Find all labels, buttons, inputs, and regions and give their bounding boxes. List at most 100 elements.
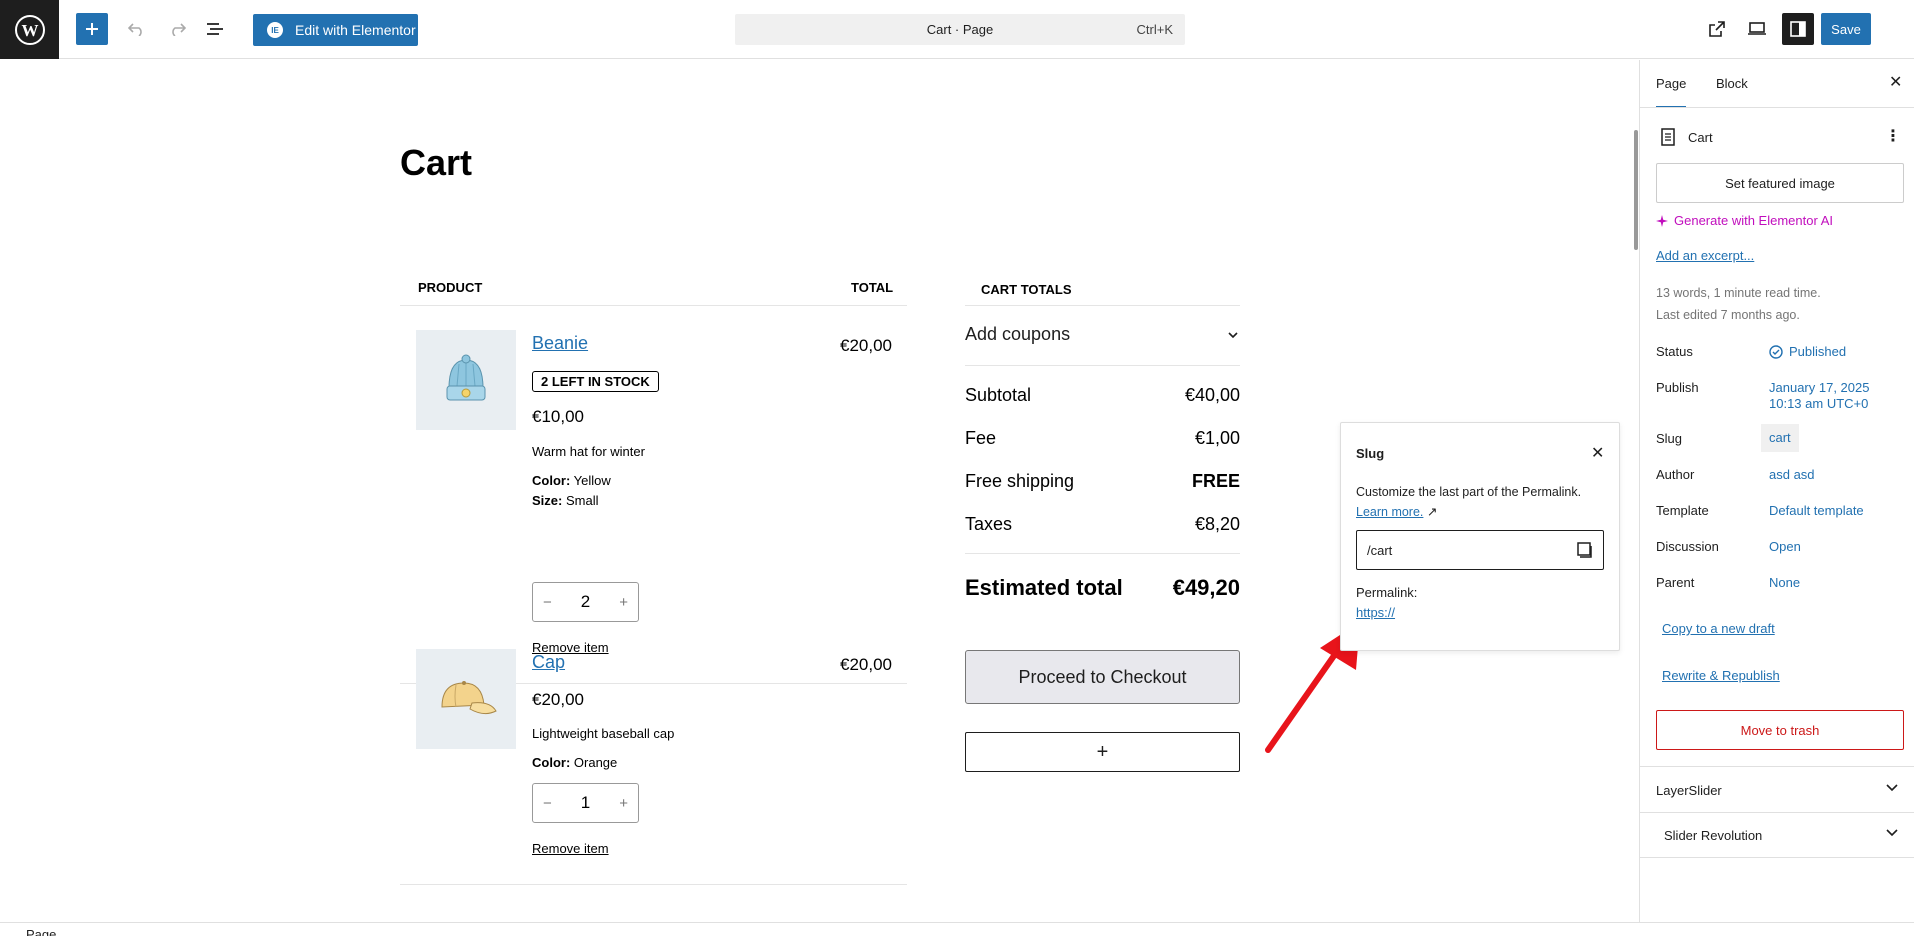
product-name-link[interactable]: Beanie <box>532 333 588 354</box>
panel-slider-revolution[interactable]: Slider Revolution <box>1664 828 1762 843</box>
save-button[interactable]: Save <box>1821 13 1871 45</box>
document-title: Cart · Page <box>926 22 994 37</box>
author-label: Author <box>1656 467 1695 482</box>
redo-icon <box>172 23 186 36</box>
elementor-icon: IE <box>267 22 283 38</box>
qty-value[interactable]: 2 <box>581 592 590 612</box>
panel-layerslider[interactable]: LayerSlider <box>1656 783 1722 798</box>
product-thumbnail-beanie[interactable] <box>416 330 516 430</box>
sparkle-icon <box>1656 214 1668 227</box>
qty-value[interactable]: 1 <box>581 793 590 813</box>
qty-minus-button[interactable]: − <box>543 795 552 812</box>
product-attribute: Size: Small <box>532 493 598 508</box>
chevron-down-icon[interactable] <box>1885 827 1899 839</box>
command-palette-bar[interactable]: Cart · Page Ctrl+K <box>735 14 1185 45</box>
add-block-button[interactable]: + <box>965 732 1240 772</box>
page-icon <box>1661 128 1675 146</box>
learn-more-link[interactable]: Learn more. <box>1356 505 1423 519</box>
discussion-value[interactable]: Open <box>1769 539 1801 555</box>
line-total: €20,00 <box>840 336 892 355</box>
undo-button[interactable] <box>122 14 152 44</box>
document-title: Cart <box>1688 129 1713 145</box>
add-excerpt-link[interactable]: Add an excerpt... <box>1656 248 1754 263</box>
chevron-down-icon[interactable] <box>1885 782 1899 794</box>
list-view-icon <box>207 23 223 35</box>
product-name-link[interactable]: Cap <box>532 652 565 673</box>
tab-page[interactable]: Page <box>1656 76 1687 108</box>
external-icon: ↗ <box>1426 505 1438 519</box>
beanie-image-icon <box>446 354 486 401</box>
slug-value-button[interactable]: cart <box>1761 424 1799 452</box>
breadcrumb[interactable]: Page <box>26 927 56 936</box>
permalink-url-link[interactable]: https:// <box>1356 605 1395 620</box>
publish-time: 10:13 am UTC+0 <box>1769 396 1869 411</box>
tab-block[interactable]: Block <box>1716 76 1748 91</box>
more-options-icon[interactable]: ⋮ <box>1885 126 1901 146</box>
product-price: €10,00 <box>532 407 584 426</box>
publish-label: Publish <box>1656 380 1699 395</box>
set-featured-image-button[interactable]: Set featured image <box>1656 163 1904 203</box>
move-to-trash-button[interactable]: Move to trash <box>1656 710 1904 750</box>
generate-with-elementor-ai-link[interactable]: Generate with Elementor AI <box>1656 213 1833 228</box>
ai-link-label: Generate with Elementor AI <box>1674 213 1833 228</box>
status-value[interactable]: Published <box>1769 344 1846 360</box>
divider <box>1640 107 1914 108</box>
permalink-label: Permalink: <box>1356 585 1418 600</box>
product-thumbnail-cap[interactable] <box>416 649 516 749</box>
close-icon[interactable]: ✕ <box>1889 72 1902 92</box>
subtotal-row: Subtotal €40,00 <box>965 385 1240 406</box>
document-overview-button[interactable] <box>200 14 230 44</box>
divider <box>400 305 907 306</box>
quantity-stepper[interactable]: − 1 + <box>532 783 639 823</box>
parent-value[interactable]: None <box>1769 575 1800 591</box>
discussion-label: Discussion <box>1656 539 1719 554</box>
product-description: Warm hat for winter <box>532 444 645 459</box>
total-value: FREE <box>1191 471 1240 491</box>
page-title[interactable]: Cart <box>400 142 472 184</box>
copy-to-new-draft-link[interactable]: Copy to a new draft <box>1662 621 1775 636</box>
author-value[interactable]: asd asd <box>1769 467 1815 483</box>
rewrite-republish-link[interactable]: Rewrite & Republish <box>1662 668 1780 683</box>
product-description: Lightweight baseball cap <box>532 726 675 741</box>
add-coupons-toggle[interactable]: Add coupons <box>965 324 1240 345</box>
published-check-icon <box>1769 345 1783 359</box>
word-count: 13 words, 1 minute read time. <box>1656 286 1821 300</box>
product-attribute: Color: Orange <box>532 755 617 770</box>
estimated-total-label: Estimated total <box>965 575 1123 600</box>
device-preview-button[interactable] <box>1742 14 1772 44</box>
status-text: Published <box>1789 344 1847 359</box>
edit-with-elementor-label: Edit with Elementor <box>295 22 416 38</box>
add-coupons-label: Add coupons <box>965 324 1071 344</box>
canvas-scrollbar[interactable] <box>1634 130 1638 250</box>
remove-item-link[interactable]: Remove item <box>532 841 609 856</box>
edit-with-elementor-button[interactable]: IE Edit with Elementor <box>253 14 418 46</box>
redo-button[interactable] <box>162 14 192 44</box>
divider <box>965 305 1240 306</box>
settings-toggle-button[interactable] <box>1782 13 1814 45</box>
product-attribute: Color: Yellow <box>532 473 611 488</box>
copy-icon[interactable] <box>1575 541 1593 559</box>
quantity-stepper[interactable]: − 2 + <box>532 582 639 622</box>
column-header-total: Total <box>851 280 894 295</box>
slug-label: Slug <box>1656 431 1683 446</box>
sidebar-toggle-icon <box>1790 21 1806 37</box>
qty-plus-button[interactable]: + <box>619 795 628 812</box>
qty-minus-button[interactable]: − <box>543 594 552 611</box>
close-icon[interactable]: ✕ <box>1591 443 1604 463</box>
undo-icon <box>128 23 142 36</box>
qty-plus-button[interactable]: + <box>619 594 628 611</box>
product-price: €20,00 <box>532 690 584 709</box>
proceed-to-checkout-button[interactable]: Proceed to Checkout <box>965 650 1240 704</box>
divider <box>965 365 1240 366</box>
template-value[interactable]: Default template <box>1769 503 1864 519</box>
total-label: Fee <box>965 428 997 448</box>
wordpress-logo-icon[interactable]: W <box>0 0 59 59</box>
publish-date-value[interactable]: January 17, 2025 10:13 am UTC+0 <box>1769 380 1869 412</box>
view-page-button[interactable] <box>1702 14 1732 44</box>
slug-input[interactable]: /cart <box>1356 530 1604 570</box>
attribute-label: Size: <box>532 493 563 508</box>
popover-help-text: Customize the last part of the Permalink… <box>1356 482 1606 522</box>
total-label: Taxes <box>965 514 1013 534</box>
estimated-total-value: €49,20 <box>1172 575 1240 600</box>
block-inserter-button[interactable] <box>76 13 108 45</box>
